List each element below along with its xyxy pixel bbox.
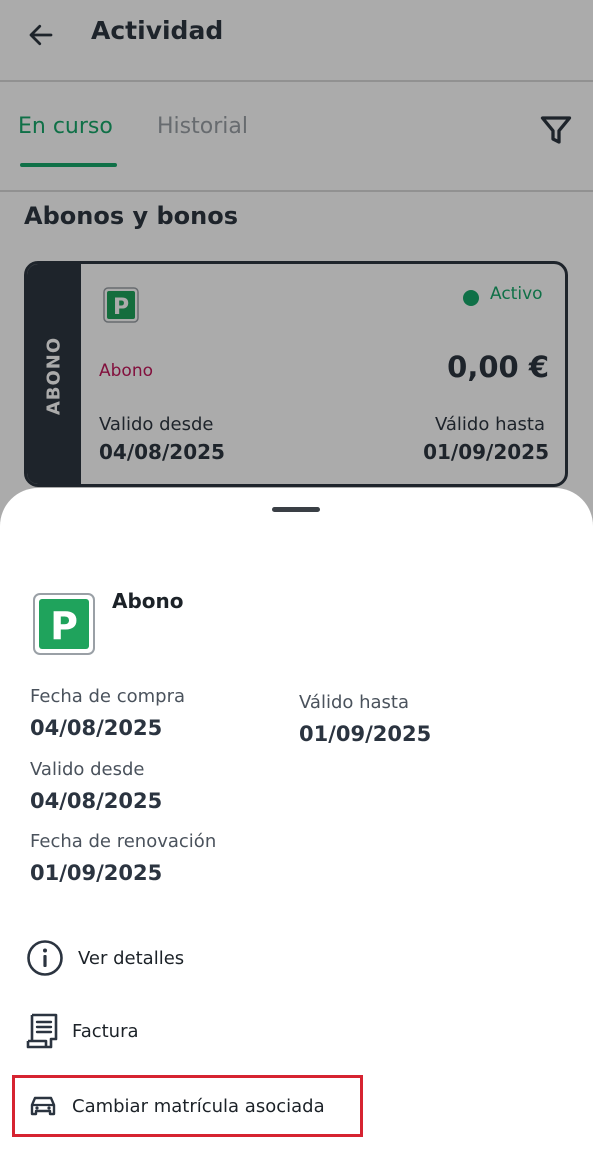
sheet-drag-handle[interactable] xyxy=(272,507,320,512)
change-plate-button[interactable]: Cambiar matrícula asociada xyxy=(28,1087,325,1125)
purchase-date-value: 04/08/2025 xyxy=(30,716,163,740)
car-icon xyxy=(30,1096,56,1116)
invoice-button[interactable]: Factura xyxy=(24,1012,139,1050)
details-label: Ver detalles xyxy=(78,947,185,969)
renewal-date-label: Fecha de renovación xyxy=(30,831,217,852)
parking-icon-large: P xyxy=(33,593,95,655)
valid-to-label: Válido hasta xyxy=(299,692,410,713)
sheet-title: Abono xyxy=(112,589,184,613)
change-plate-label: Cambiar matrícula asociada xyxy=(72,1095,325,1117)
info-circle-icon xyxy=(27,940,63,976)
receipt-icon xyxy=(26,1013,58,1049)
details-button[interactable]: Ver detalles xyxy=(26,939,184,977)
valid-to-value: 01/09/2025 xyxy=(299,722,432,746)
valid-from-label: Valido desde xyxy=(30,759,145,780)
valid-from-value: 04/08/2025 xyxy=(30,789,163,813)
bottom-sheet: P Abono Fecha de compra 04/08/2025 Válid… xyxy=(0,488,593,1159)
renewal-date-value: 01/09/2025 xyxy=(30,861,163,885)
purchase-date-label: Fecha de compra xyxy=(30,686,186,707)
svg-text:P: P xyxy=(50,604,78,648)
invoice-label: Factura xyxy=(72,1020,139,1042)
